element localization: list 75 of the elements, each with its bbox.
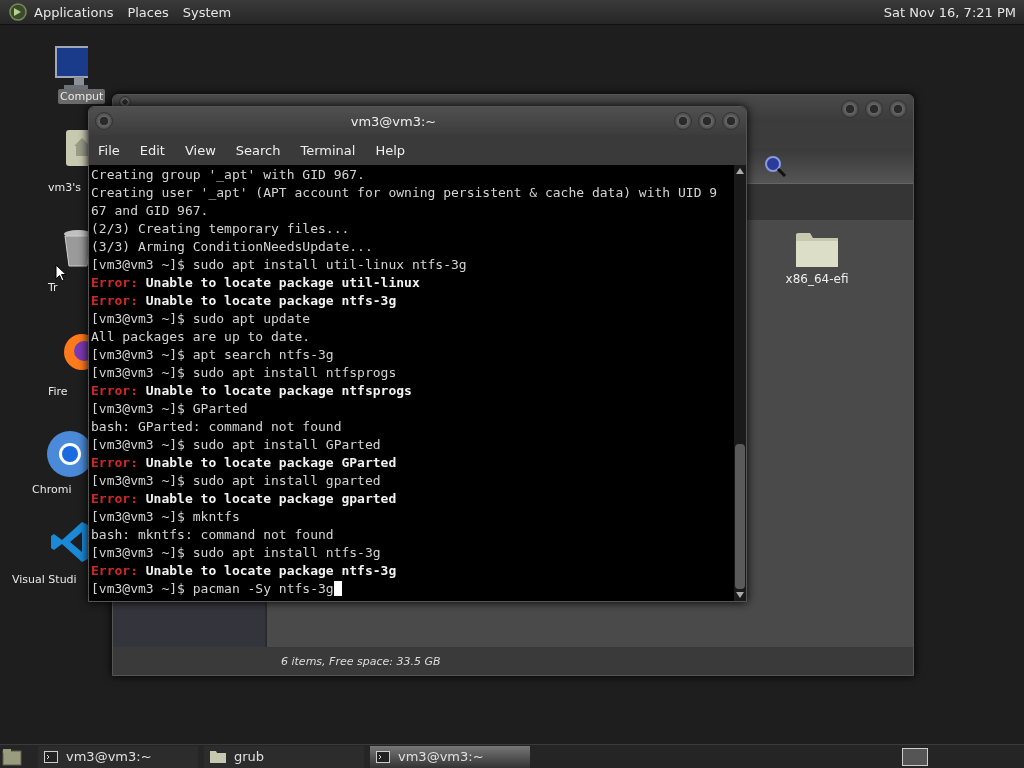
error-label: Error:	[91, 455, 138, 470]
icon-label[interactable]: Fire	[46, 384, 70, 399]
panel-menu[interactable]: System	[182, 4, 232, 20]
status-text: 6 items, Free space: 33.5 GB	[281, 654, 441, 668]
terminal-line: bash: GParted: command not found	[91, 419, 342, 434]
show-desktop-icon[interactable]	[2, 747, 22, 766]
terminal-line: 67 and GID 967.	[91, 203, 209, 218]
terminal-line: Creating group '_apt' with GID 967.	[91, 167, 365, 182]
terminal-line: [vm3@vm3 ~]$ apt search ntfs-3g	[91, 347, 334, 362]
error-label: Error:	[91, 563, 138, 578]
terminal-line: Creating user '_apt' (APT account for owning persistent & cache data) with UID 9	[91, 185, 718, 200]
folder-icon[interactable]	[795, 230, 839, 268]
code-editor-icon[interactable]	[50, 520, 88, 564]
terminal-line: [vm3@vm3 ~]$ GParted	[91, 401, 248, 416]
menu-item[interactable]: Terminal	[300, 142, 356, 158]
terminal-line: [vm3@vm3 ~]$ sudo apt install util-linux ntfs-3g	[91, 257, 467, 272]
icon-label[interactable]: Visual Studi	[10, 572, 79, 587]
mouse-pointer-icon	[55, 264, 67, 282]
scroll-down-icon[interactable]	[736, 592, 744, 598]
error-label: Error:	[91, 491, 138, 506]
file-name[interactable]: x86_64-efi	[785, 272, 849, 286]
search-icon[interactable]	[763, 154, 787, 178]
window-button[interactable]	[889, 100, 907, 118]
terminal-line: [vm3@vm3 ~]$ sudo apt install ntfsprogs	[91, 365, 397, 380]
workspace-switcher[interactable]	[902, 747, 928, 766]
panel-menu[interactable]: Applications	[34, 4, 114, 20]
terminal-icon	[44, 750, 58, 763]
menu-logo-icon[interactable]	[8, 2, 28, 22]
panel-menu[interactable]: Places	[127, 4, 169, 20]
menu-item[interactable]: View	[184, 142, 216, 158]
terminal-line: bash: mkntfs: command not found	[91, 527, 334, 542]
window-button[interactable]	[865, 100, 883, 118]
icon-label[interactable]: Comput	[58, 89, 106, 104]
terminal-line: [vm3@vm3 ~]$ sudo apt install ntfs-3g	[91, 545, 381, 560]
clock[interactable]: Sat Nov 16, 7:21 PM	[883, 4, 1016, 20]
terminal-icon	[376, 750, 390, 763]
icon-label[interactable]: Chromi	[30, 482, 74, 497]
terminal-line: [vm3@vm3 ~]$ sudo apt install gparted	[91, 473, 381, 488]
window-button[interactable]	[698, 112, 716, 130]
terminal-line: All packages are up to date.	[91, 329, 311, 344]
terminal-line: [vm3@vm3 ~]$ mkntfs	[91, 509, 240, 524]
terminal-line: Unable to locate package ntfsprogs	[145, 383, 412, 398]
scroll-thumb[interactable]	[735, 444, 745, 589]
window-button[interactable]	[722, 112, 740, 130]
error-label: Error:	[91, 383, 138, 398]
menu-item[interactable]: Help	[375, 142, 406, 158]
menu-item[interactable]: Edit	[139, 142, 165, 158]
error-label: Error:	[91, 293, 138, 308]
terminal-line: Unable to locate package gparted	[145, 491, 397, 506]
window-title: vm3@vm3:~	[349, 113, 438, 129]
terminal-line: [vm3@vm3 ~]$ sudo apt update	[91, 311, 311, 326]
scrollbar[interactable]	[734, 165, 746, 601]
task-button[interactable]: vm3@vm3:~	[370, 745, 530, 768]
menu-item[interactable]: File	[98, 142, 120, 158]
window-button[interactable]	[95, 112, 113, 130]
task-button[interactable]: vm3@vm3:~	[38, 745, 198, 768]
menu-item[interactable]: Search	[235, 142, 281, 158]
folder-icon	[210, 750, 226, 763]
terminal-line: Unable to locate package ntfs-3g	[145, 293, 397, 308]
terminal-line: (3/3) Arming ConditionNeedsUpdate...	[91, 239, 373, 254]
task-button[interactable]: grub	[204, 745, 364, 768]
trash-icon[interactable]	[62, 228, 88, 268]
terminal-line: (2/3) Creating temporary files...	[91, 221, 350, 236]
terminal-line: Unable to locate package ntfs-3g	[145, 563, 397, 578]
window-button[interactable]	[674, 112, 692, 130]
terminal-line: [vm3@vm3 ~]$ sudo apt install GParted	[91, 437, 381, 452]
terminal-line: [vm3@vm3 ~]$ pacman -Sy ntfs-3g	[91, 581, 334, 596]
icon-label[interactable]: Tr	[46, 280, 60, 295]
error-label: Error:	[91, 275, 138, 290]
icon-label[interactable]: vm3's	[46, 180, 83, 195]
scroll-up-icon[interactable]	[736, 168, 744, 174]
terminal-line: Unable to locate package util-linux	[145, 275, 420, 290]
text-cursor	[333, 581, 342, 596]
window-button[interactable]	[841, 100, 859, 118]
terminal-line: Unable to locate package GParted	[145, 455, 397, 470]
